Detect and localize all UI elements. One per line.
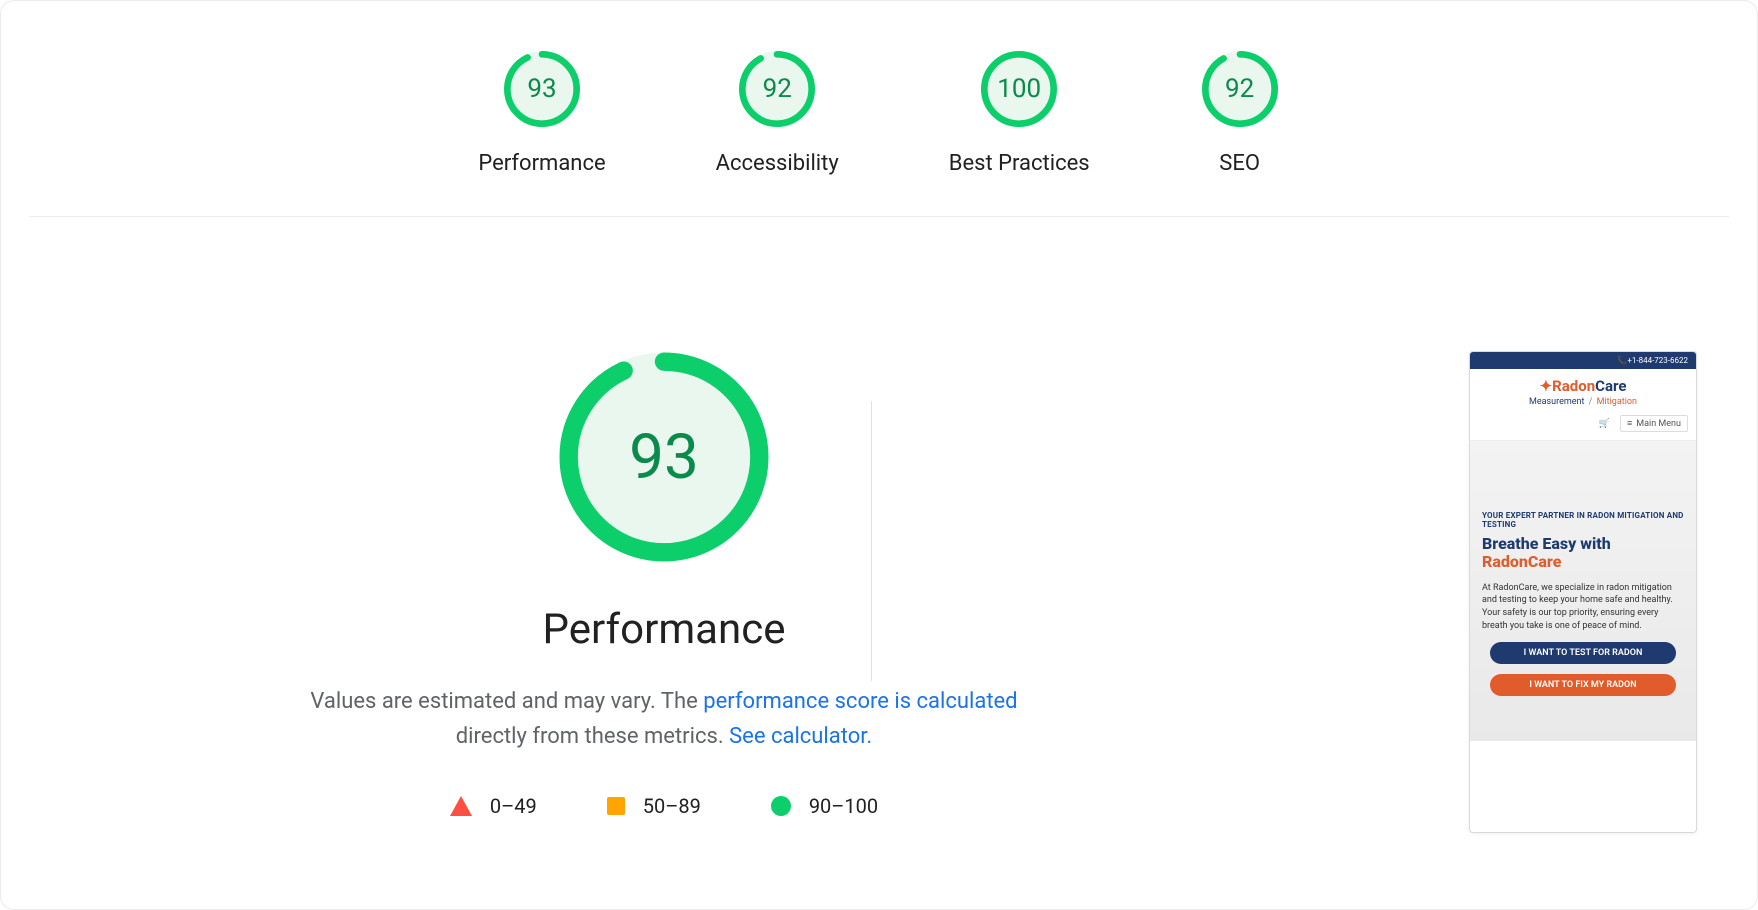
gauge-ring-icon: 100 [979, 49, 1059, 129]
thumb-eyebrow: YOUR EXPERT PARTNER IN RADON MITIGATION … [1482, 511, 1684, 529]
thumb-logo-part1: Radon [1552, 377, 1595, 395]
legend-pass: 90–100 [771, 794, 878, 818]
category-title: Performance [543, 605, 786, 654]
vertical-separator [871, 401, 872, 681]
thumb-headline: Breathe Easy with RadonCare [1482, 535, 1684, 572]
thumb-tag-2: Mitigation [1597, 397, 1637, 407]
page-screenshot-thumbnail: 📞+1-844-723-6622 ✦RadonCare Measurement … [1469, 351, 1697, 833]
desc-text: directly from these metrics. [456, 724, 729, 749]
gauge-score: 92 [1200, 49, 1280, 129]
thumb-logo-part2: Care [1595, 377, 1626, 395]
legend-fail: 0–49 [450, 794, 537, 818]
category-description: Values are estimated and may vary. The p… [294, 684, 1034, 754]
legend-average: 50–89 [607, 794, 701, 818]
gauge-performance[interactable]: 93 Performance [478, 49, 605, 176]
legend-label: 0–49 [490, 794, 537, 818]
score-legend: 0–49 50–89 90–100 [450, 794, 878, 818]
gauge-score: 93 [502, 49, 582, 129]
gauge-label: Accessibility [716, 151, 839, 176]
gauge-score: 100 [979, 49, 1059, 129]
gauge-label: SEO [1219, 151, 1260, 176]
logo-icon: ✦ [1540, 377, 1553, 395]
big-gauge-ring-icon: 93 [554, 347, 774, 567]
thumb-cta-test: I WANT TO TEST FOR RADON [1490, 642, 1676, 664]
big-gauge-score: 93 [554, 347, 774, 567]
thumb-hero: YOUR EXPERT PARTNER IN RADON MITIGATION … [1470, 441, 1696, 741]
thumb-topbar: 📞+1-844-723-6622 [1470, 352, 1696, 369]
gauge-score: 92 [737, 49, 817, 129]
lighthouse-report: 93 Performance 92 Accessibility [0, 0, 1758, 910]
gauge-ring-icon: 92 [737, 49, 817, 129]
triangle-fail-icon [450, 796, 472, 816]
thumb-body: At RadonCare, we specialize in radon mit… [1482, 582, 1684, 632]
square-average-icon [607, 797, 625, 815]
performance-detail-left: 93 Performance Values are estimated and … [41, 337, 1717, 818]
thumb-phone: +1-844-723-6622 [1627, 356, 1688, 365]
gauge-seo[interactable]: 92 SEO [1200, 49, 1280, 176]
thumb-headline-2: RadonCare [1482, 552, 1561, 571]
thumb-headline-1: Breathe Easy with [1482, 534, 1611, 553]
thumb-tag-1: Measurement [1529, 397, 1584, 407]
thumb-tagline: Measurement / Mitigation [1470, 397, 1696, 407]
hamburger-icon: ≡ [1627, 418, 1632, 429]
thumb-main-menu: ≡ Main Menu [1620, 415, 1688, 432]
gauge-ring-icon: 92 [1200, 49, 1280, 129]
thumb-logo: ✦RadonCare [1470, 369, 1696, 397]
thumb-menu-label: Main Menu [1636, 419, 1681, 429]
gauge-best-practices[interactable]: 100 Best Practices [949, 49, 1090, 176]
summary-row: 93 Performance 92 Accessibility [29, 1, 1729, 217]
gauge-label: Performance [478, 151, 605, 176]
gauge-label: Best Practices [949, 151, 1090, 176]
thumb-menubar: 🛒 ≡ Main Menu [1470, 411, 1696, 441]
desc-text: Values are estimated and may vary. The [310, 689, 703, 714]
thumb-tag-sep: / [1589, 397, 1593, 407]
thumb-cta-fix: I WANT TO FIX MY RADON [1490, 674, 1676, 696]
cart-icon: 🛒 [1599, 419, 1610, 429]
legend-label: 50–89 [643, 794, 701, 818]
gauge-accessibility[interactable]: 92 Accessibility [716, 49, 839, 176]
link-see-calculator[interactable]: See calculator. [729, 724, 872, 749]
legend-label: 90–100 [809, 794, 878, 818]
circle-pass-icon [771, 796, 791, 816]
link-score-calculated[interactable]: performance score is calculated [703, 689, 1017, 714]
gauge-ring-icon: 93 [502, 49, 582, 129]
phone-icon: 📞 [1617, 356, 1627, 365]
